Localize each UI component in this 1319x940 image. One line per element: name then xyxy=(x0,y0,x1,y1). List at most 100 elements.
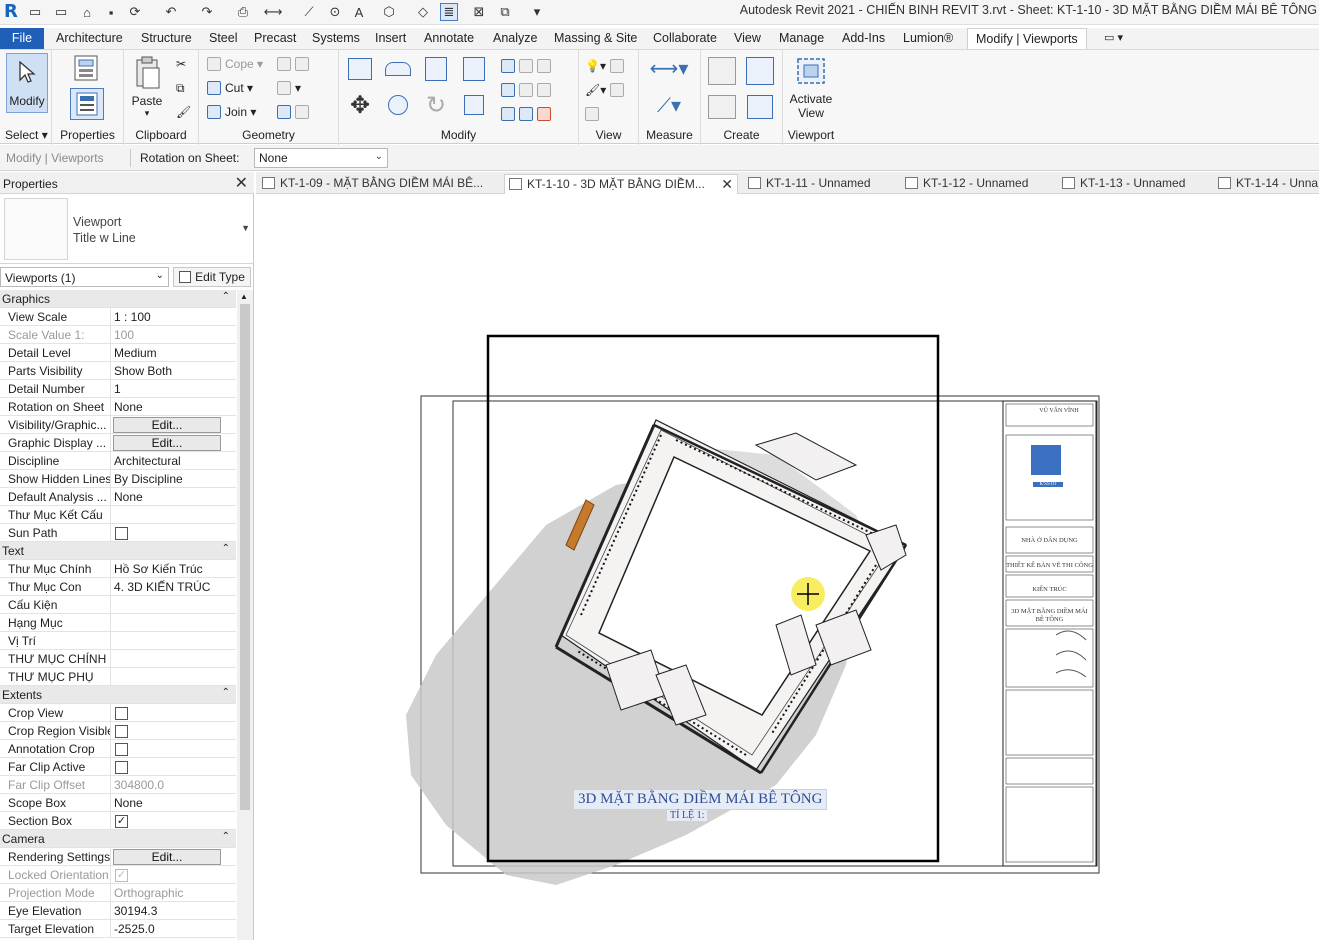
property-row[interactable]: Sun Path xyxy=(0,524,236,542)
paste-button[interactable]: Paste ▾ xyxy=(130,54,164,118)
hide-element-icon[interactable]: 💡▾ xyxy=(585,56,628,76)
property-checkbox[interactable] xyxy=(115,725,128,738)
trim-icon[interactable] xyxy=(459,90,489,120)
cut-button[interactable]: Cut ▾ xyxy=(207,78,253,98)
cut-tool-icon[interactable]: ✂ xyxy=(176,54,186,74)
property-value[interactable]: Hồ Sơ Kiến Trúc xyxy=(112,560,220,578)
view-tab-kt-1-11[interactable]: KT-1-11 - Unnamed xyxy=(744,174,894,194)
collapse-icon[interactable]: ⌃ xyxy=(222,687,230,698)
print-icon[interactable]: ⎙ xyxy=(234,3,252,21)
property-row[interactable]: Far Clip Active xyxy=(0,758,236,776)
property-value[interactable] xyxy=(112,650,220,668)
property-value[interactable]: -2525.0 xyxy=(112,920,220,938)
customize-icon[interactable]: ▾ xyxy=(528,3,546,21)
tab-file[interactable]: File xyxy=(0,28,44,49)
property-value[interactable]: None xyxy=(112,794,220,812)
property-value[interactable]: None xyxy=(112,488,220,506)
array-icon[interactable] xyxy=(501,80,555,100)
tab-lumion[interactable]: Lumion® xyxy=(903,28,953,49)
type-properties-icon[interactable] xyxy=(70,54,104,82)
property-checkbox[interactable] xyxy=(115,527,128,540)
override-graphics-icon[interactable]: 🖌▾ xyxy=(585,80,628,100)
switch-windows-icon[interactable]: ⧉ xyxy=(496,3,514,21)
tab-insert[interactable]: Insert xyxy=(375,28,406,49)
split-face-icon[interactable]: ▾ xyxy=(277,78,301,98)
3d-view-icon[interactable]: ⬡ xyxy=(380,3,398,21)
offset-icon[interactable] xyxy=(383,54,413,84)
property-row[interactable]: Thư Mục Kết Cấu xyxy=(0,506,236,524)
tab-analyze[interactable]: Analyze xyxy=(493,28,537,49)
property-group-text[interactable]: Text ⌃ xyxy=(0,542,236,560)
sync-icon[interactable]: ⟳ xyxy=(126,3,144,21)
property-value[interactable]: None xyxy=(112,398,220,416)
property-row[interactable]: THƯ MỤC CHÍNH xyxy=(0,650,236,668)
save-icon[interactable]: ▪ xyxy=(102,3,120,21)
properties-scrollbar[interactable]: ▲ xyxy=(237,290,253,940)
tab-architecture[interactable]: Architecture xyxy=(56,28,123,49)
property-row[interactable]: Rotation on Sheet None xyxy=(0,398,236,416)
text-icon[interactable]: A xyxy=(350,3,368,21)
tab-collaborate[interactable]: Collaborate xyxy=(653,28,717,49)
view-tab-kt-1-13[interactable]: KT-1-13 - Unnamed xyxy=(1058,174,1208,194)
property-value[interactable]: Medium xyxy=(112,344,220,362)
delete-icon[interactable] xyxy=(501,104,555,124)
property-value[interactable] xyxy=(112,506,220,524)
create-group-icon[interactable] xyxy=(743,54,777,88)
property-row[interactable]: Eye Elevation 30194.3 xyxy=(0,902,236,920)
create-similar-icon[interactable] xyxy=(743,92,777,122)
property-row[interactable]: Parts Visibility Show Both xyxy=(0,362,236,380)
wall-join-icon[interactable] xyxy=(277,54,313,74)
mirror-axis-icon[interactable] xyxy=(421,54,451,84)
property-value[interactable] xyxy=(112,632,220,650)
edit-button[interactable]: Edit... xyxy=(113,849,221,865)
tab-massing-site[interactable]: Massing & Site xyxy=(554,28,637,49)
property-row[interactable]: Crop Region Visible xyxy=(0,722,236,740)
collapse-icon[interactable]: ⌃ xyxy=(222,831,230,842)
select-dropdown[interactable]: Select ▾ xyxy=(0,128,51,142)
collapse-icon[interactable]: ⌃ xyxy=(222,291,230,302)
property-checkbox[interactable] xyxy=(115,743,128,756)
property-row[interactable]: Cấu Kiện xyxy=(0,596,236,614)
close-tab-icon[interactable]: ✕ xyxy=(721,175,733,193)
modify-button[interactable]: Modify xyxy=(6,53,48,113)
property-checkbox[interactable] xyxy=(115,761,128,774)
property-row[interactable]: Scope Box None xyxy=(0,794,236,812)
property-group-extents[interactable]: Extents ⌃ xyxy=(0,686,236,704)
undo-icon[interactable]: ↶ xyxy=(162,3,180,21)
property-group-graphics[interactable]: Graphics ⌃ xyxy=(0,290,236,308)
tab-annotate[interactable]: Annotate xyxy=(424,28,474,49)
property-row[interactable]: Section Box ✓ xyxy=(0,812,236,830)
property-row[interactable]: Rendering Settings Edit... xyxy=(0,848,236,866)
move-icon[interactable]: ✥ xyxy=(345,90,375,120)
property-row[interactable]: THƯ MỤC PHỤ xyxy=(0,668,236,686)
thin-lines-icon[interactable]: ≣ xyxy=(440,3,458,21)
tab-add-ins[interactable]: Add-Ins xyxy=(842,28,885,49)
viewport-title[interactable]: 3D MẶT BẰNG DIỀM MÁI BÊ TÔNG xyxy=(573,789,828,810)
revit-logo-icon[interactable]: R xyxy=(4,1,20,23)
drawing-area[interactable]: VŨ VĂN VĨNH K'SSTO NHÀ Ở DÂN DỤNG THIẾT … xyxy=(256,195,1319,940)
view-tab-kt-1-14[interactable]: KT-1-14 - Unna xyxy=(1214,174,1319,194)
linework-icon[interactable] xyxy=(585,104,603,124)
rotate-icon[interactable]: ↻ xyxy=(421,90,451,120)
cope-button[interactable]: Cope ▾ xyxy=(207,54,263,74)
view-tab-kt-1-10[interactable]: KT-1-10 - 3D MẶT BẰNG DIỀM... ✕ xyxy=(504,174,738,194)
type-selector[interactable]: Viewport Title w Line ▼ xyxy=(0,194,254,264)
align-icon[interactable] xyxy=(345,54,375,84)
open-folder-icon[interactable]: ⌂ xyxy=(78,3,96,21)
create-assembly-icon[interactable] xyxy=(705,92,739,122)
edit-button[interactable]: Edit... xyxy=(113,417,221,433)
paint-icon[interactable] xyxy=(277,102,313,122)
property-value[interactable] xyxy=(112,668,220,686)
property-row[interactable]: Hạng Mục xyxy=(0,614,236,632)
property-value[interactable]: 1 xyxy=(112,380,220,398)
redo-icon[interactable]: ↷ xyxy=(198,3,216,21)
edit-type-button[interactable]: Edit Type xyxy=(173,267,251,287)
aligned-dimension-icon[interactable]: ⟋▾ xyxy=(645,90,693,120)
mirror-draw-icon[interactable] xyxy=(459,54,489,84)
collapse-icon[interactable]: ⌃ xyxy=(222,543,230,554)
tab-modify-viewports[interactable]: Modify | Viewports xyxy=(967,28,1087,49)
close-icon[interactable]: ✕ xyxy=(235,173,248,193)
property-row[interactable]: View Scale 1 : 100 xyxy=(0,308,236,326)
rotation-on-sheet-select[interactable]: None ⌄ xyxy=(254,148,388,168)
tab-manage[interactable]: Manage xyxy=(779,28,824,49)
